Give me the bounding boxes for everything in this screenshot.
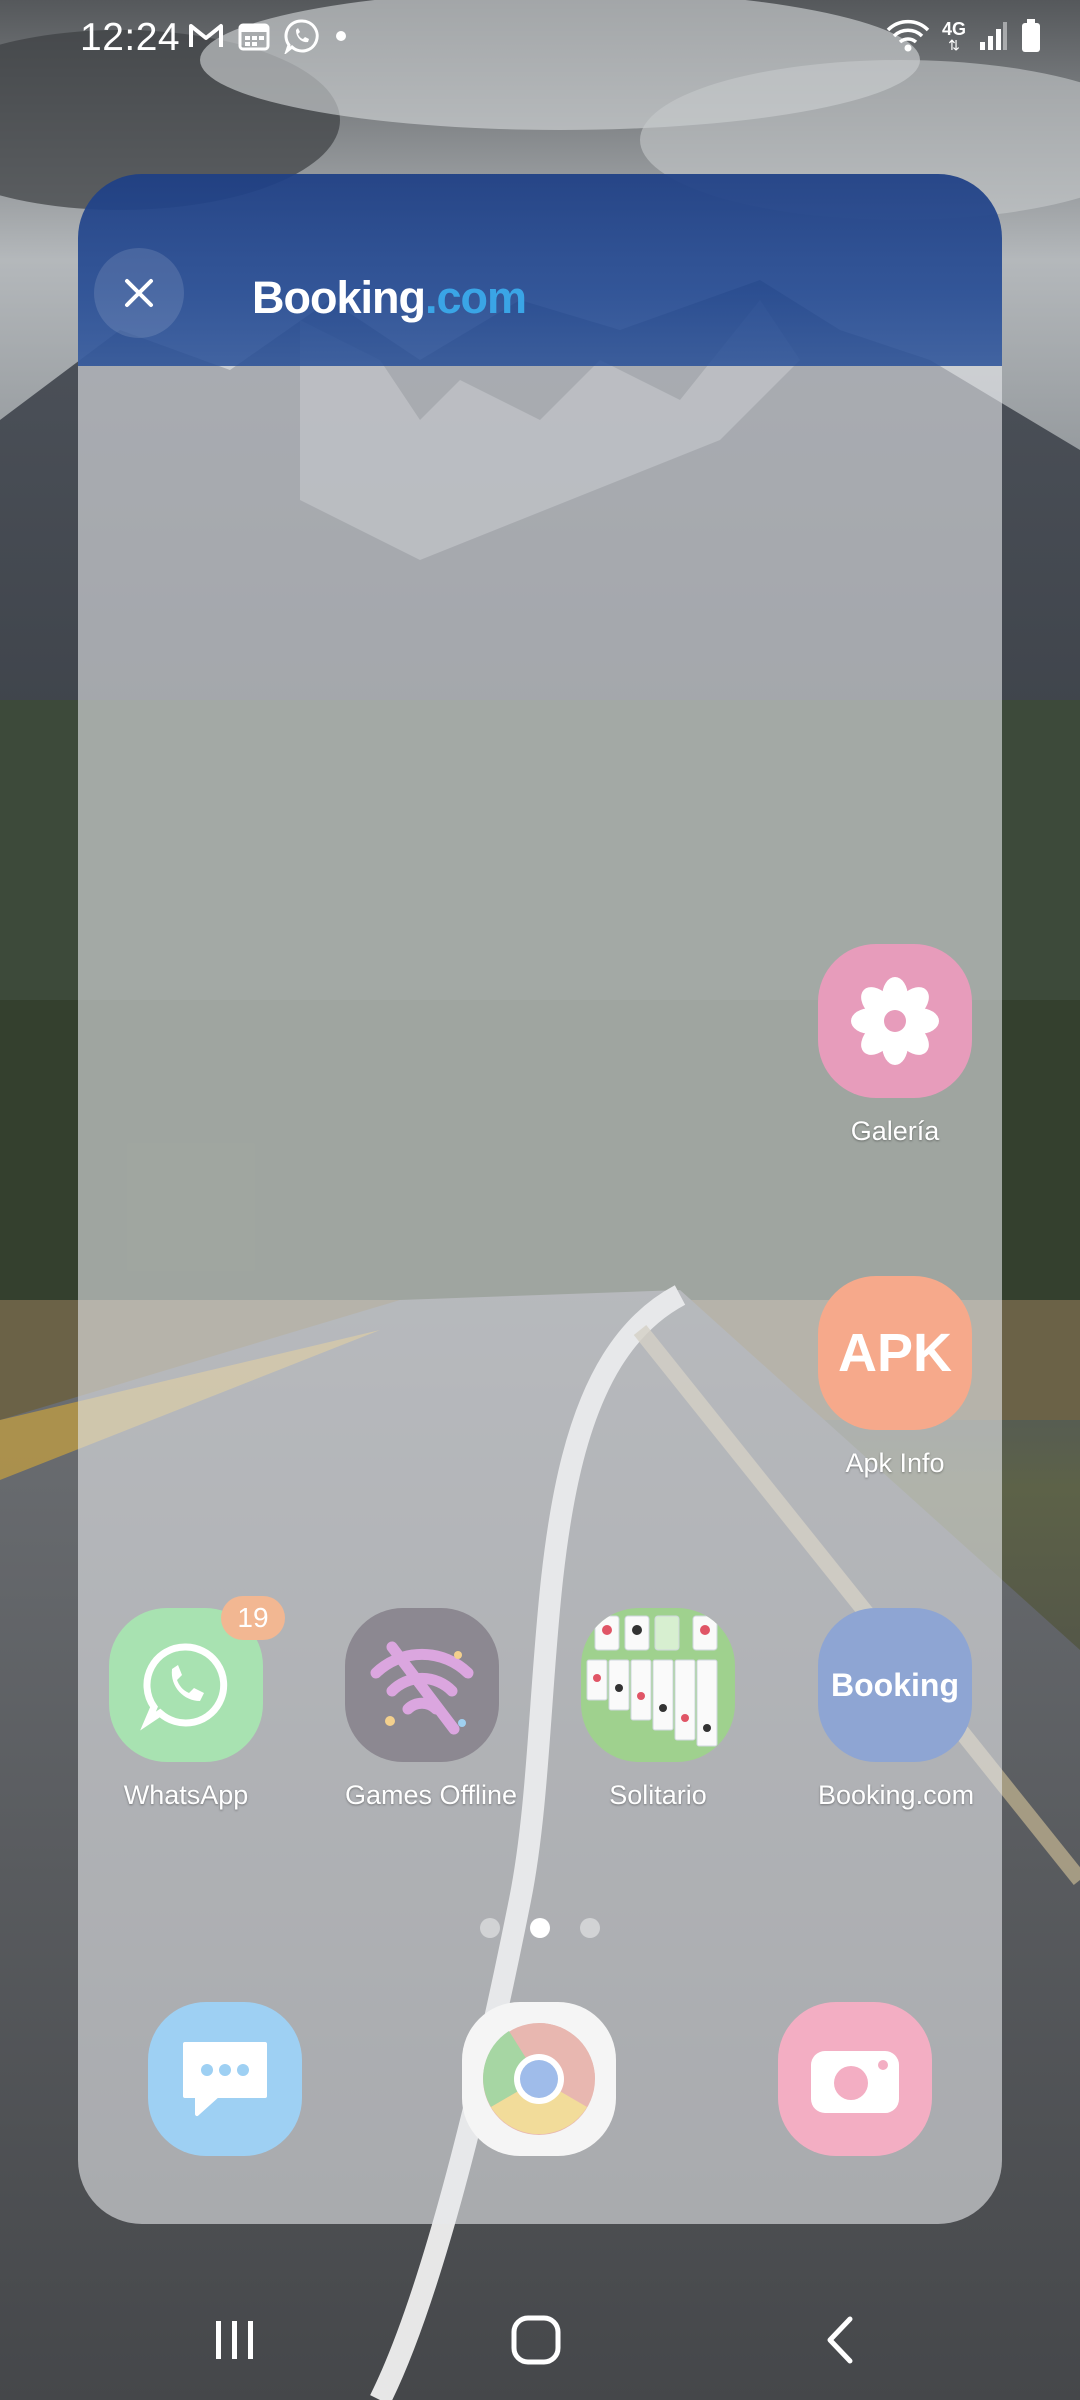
page-indicator: [78, 1918, 1002, 1938]
gmail-icon: [189, 24, 223, 47]
network-type: 4G: [941, 19, 966, 39]
app-label: WhatsApp: [123, 1780, 249, 1810]
back-button[interactable]: [800, 2300, 880, 2380]
app-games-offline[interactable]: Games Offline: [345, 1608, 518, 1811]
page-dot: [480, 1918, 500, 1938]
app-label: Booking.com: [818, 1780, 975, 1810]
recent-app-title: Booking.com: [252, 272, 527, 324]
close-icon: [125, 279, 153, 307]
gallery-icon: [818, 944, 972, 1098]
recents-button[interactable]: [195, 2300, 275, 2380]
whatsapp-icon: [284, 19, 319, 54]
app-whatsapp[interactable]: 19 WhatsApp: [109, 1596, 285, 1811]
gallery-flower-glyph: [851, 977, 939, 1065]
page-dot: [580, 1918, 600, 1938]
notification-icons: [188, 18, 348, 54]
booking-icon: Booking: [818, 1608, 972, 1762]
app-apk-info[interactable]: APK Apk Info: [818, 1276, 972, 1479]
chat-bubble-glyph: [183, 2042, 267, 2116]
calendar-icon: [238, 23, 270, 51]
chrome-icon: [462, 2002, 616, 2156]
recent-app-card[interactable]: Booking.com Galería APK Apk Info 19 What…: [78, 174, 1002, 2224]
app-label: Solitario: [609, 1780, 707, 1810]
messages-icon: [148, 2002, 302, 2156]
page-dot-active: [530, 1918, 550, 1938]
apk-icon: APK: [818, 1276, 972, 1430]
dock-messages[interactable]: [148, 2002, 302, 2156]
status-bar: 12:24 4G ⇅: [0, 0, 1080, 80]
wifi-icon: [886, 19, 930, 52]
notification-badge: 19: [221, 1596, 285, 1640]
dot-icon: [336, 31, 346, 41]
app-label: Galería: [850, 1116, 940, 1146]
home-icon: [511, 2315, 561, 2365]
signal-icon: [980, 22, 1007, 50]
battery-icon: [1022, 19, 1040, 52]
dock-camera[interactable]: [778, 2002, 932, 2156]
dock-chrome[interactable]: [462, 2002, 616, 2156]
app-title-main: Booking: [252, 272, 426, 323]
card-header: [78, 174, 1002, 366]
chrome-glyph: [483, 2023, 595, 2135]
recents-icon: [216, 2321, 253, 2359]
apk-icon-text: APK: [837, 1323, 952, 1383]
system-icons: 4G ⇅: [886, 18, 1042, 54]
whatsapp-icon: 19: [109, 1596, 285, 1762]
app-solitario[interactable]: Solitario: [581, 1608, 735, 1811]
camera-icon: [778, 2002, 932, 2156]
network-indicator: 4G ⇅: [942, 20, 966, 52]
close-card-button[interactable]: [94, 248, 184, 338]
navigation-bar: [0, 2280, 1080, 2400]
app-booking[interactable]: Booking Booking.com: [818, 1608, 975, 1811]
data-arrows-icon: ⇅: [948, 37, 960, 53]
cards-glyph: [586, 1615, 718, 1747]
whatsapp-glyph: [140, 1643, 228, 1731]
back-icon: [827, 2316, 853, 2364]
status-time: 12:24: [80, 16, 181, 59]
app-title-suffix: .com: [424, 272, 527, 323]
app-galeria[interactable]: Galería: [818, 944, 972, 1147]
wifi-off-glyph: [370, 1641, 474, 1735]
app-label: Apk Info: [845, 1448, 945, 1478]
camera-glyph: [811, 2051, 899, 2113]
app-label: Games Offline: [345, 1780, 518, 1810]
home-button[interactable]: [496, 2300, 576, 2380]
games-offline-icon: [345, 1608, 499, 1762]
solitaire-icon: [581, 1608, 735, 1762]
booking-icon-text: Booking: [831, 1666, 959, 1703]
